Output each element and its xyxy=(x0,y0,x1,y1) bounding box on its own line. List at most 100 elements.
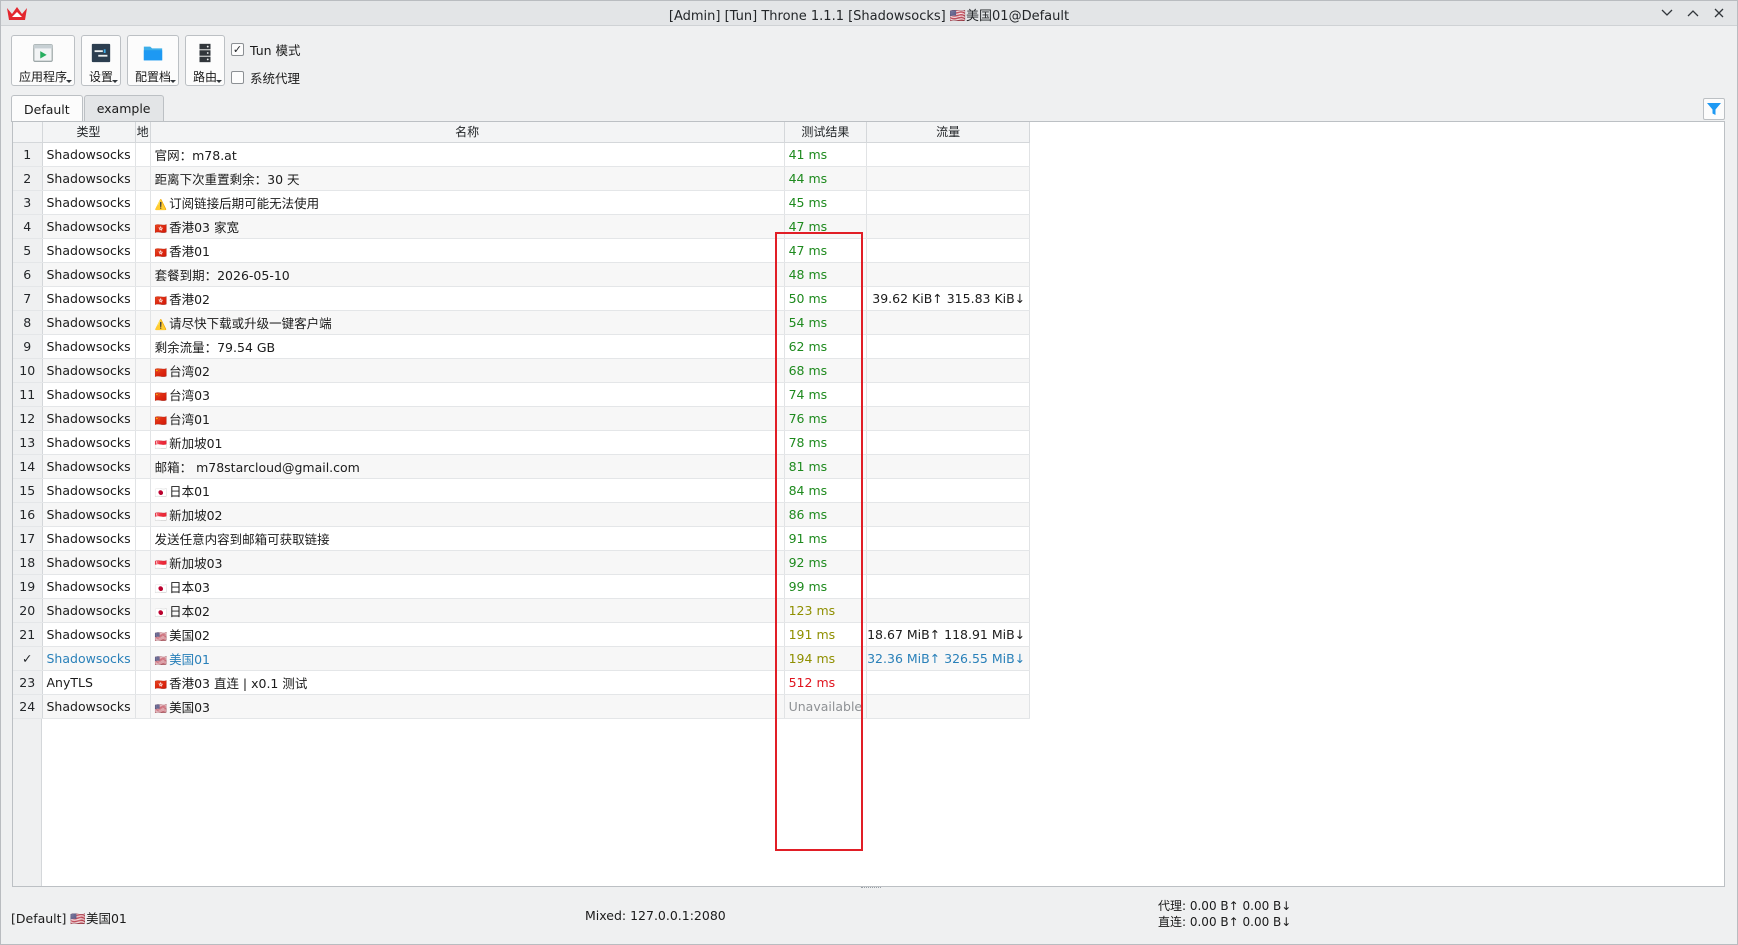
node-name: 邮箱： m78starcloud@gmail.com xyxy=(154,459,360,475)
header-traffic[interactable]: 流量 xyxy=(866,122,1031,143)
cell-latency: 78 ms xyxy=(784,430,868,455)
cell-traffic xyxy=(866,670,1031,695)
cell-latency: 47 ms xyxy=(784,238,868,263)
close-button[interactable] xyxy=(1709,3,1729,23)
routing-button[interactable]: 路由 xyxy=(185,35,225,86)
splitter-handle[interactable] xyxy=(861,887,881,890)
cell-type: Shadowsocks xyxy=(42,502,136,527)
header-type[interactable]: 类型 xyxy=(42,122,136,143)
cell-name: 🇺🇸 美国03 xyxy=(150,694,785,719)
cell-name: ⚠️ 订阅链接后期可能无法使用 xyxy=(150,190,785,215)
cell-latency: 47 ms xyxy=(784,214,868,239)
table-row[interactable]: 7 Shadowsocks 🇭🇰 香港02 50 ms 39.62 KiB↑ 315.83… xyxy=(13,286,1031,311)
row-number: 21 xyxy=(13,622,43,647)
row-number: 13 xyxy=(13,430,43,455)
flag-icon: 🇯🇵 xyxy=(154,607,168,619)
cell-type: Shadowsocks xyxy=(42,526,136,551)
header-region[interactable]: 地 xyxy=(135,122,151,143)
table-row[interactable]: 19 Shadowsocks 🇯🇵 日本03 99 ms xyxy=(13,574,1031,599)
row-number: 20 xyxy=(13,598,43,623)
cell-name: 🇯🇵 日本01 xyxy=(150,478,785,503)
node-name: 香港03 直连 | x0.1 测试 xyxy=(169,675,308,691)
cell-type: Shadowsocks xyxy=(42,622,136,647)
table-row[interactable]: 9 Shadowsocks 剩余流量：79.54 GB 62 ms xyxy=(13,334,1031,359)
filter-button[interactable] xyxy=(1703,98,1725,120)
cell-region xyxy=(135,622,151,647)
cell-type: Shadowsocks xyxy=(42,142,136,167)
routing-label: 路由 xyxy=(192,70,217,84)
tun-mode-checkbox-row[interactable]: ✓ Tun 模式 xyxy=(231,39,301,59)
table-row[interactable]: 16 Shadowsocks 🇸🇬 新加坡02 86 ms xyxy=(13,502,1031,527)
node-name: 香港01 xyxy=(169,243,210,259)
dropdown-arrow-icon xyxy=(170,80,176,83)
flag-icon: 🇸🇬 xyxy=(154,559,168,571)
cell-region xyxy=(135,334,151,359)
status-proxy-traffic: 代理: 0.00 B↑ 0.00 B↓ xyxy=(1158,899,1292,913)
tab-default[interactable]: Default xyxy=(11,95,83,122)
header-name[interactable]: 名称 xyxy=(150,122,785,143)
table-row[interactable]: 13 Shadowsocks 🇸🇬 新加坡01 78 ms xyxy=(13,430,1031,455)
node-name: 套餐到期：2026-05-10 xyxy=(154,267,290,283)
table-row[interactable]: 4 Shadowsocks 🇭🇰 香港03 家宽 47 ms xyxy=(13,214,1031,239)
tab-example[interactable]: example xyxy=(83,95,164,121)
system-proxy-checkbox-row[interactable]: 系统代理 xyxy=(231,67,301,87)
cell-latency: 512 ms xyxy=(784,670,868,695)
cell-latency: Unavailable xyxy=(784,694,868,719)
table-row[interactable]: 5 Shadowsocks 🇭🇰 香港01 47 ms xyxy=(13,238,1031,263)
table-row[interactable]: 3 Shadowsocks ⚠️ 订阅链接后期可能无法使用 45 ms xyxy=(13,190,1031,215)
table-row[interactable]: 12 Shadowsocks 🇨🇳 台湾01 76 ms xyxy=(13,406,1031,431)
cell-name: 🇸🇬 新加坡03 xyxy=(150,550,785,575)
status-direct-traffic: 直连: 0.00 B↑ 0.00 B↓ xyxy=(1158,915,1292,929)
system-proxy-checkbox[interactable] xyxy=(231,70,244,84)
status-bar: [Default] 🇺🇸美国01 Mixed: 127.0.0.1:2080 代… xyxy=(1,896,1737,941)
cell-region xyxy=(135,454,151,479)
settings-button[interactable]: 设置 xyxy=(81,35,121,86)
cell-type: Shadowsocks xyxy=(42,406,136,431)
table-row[interactable]: 10 Shadowsocks 🇨🇳 台湾02 68 ms xyxy=(13,358,1031,383)
table-row[interactable]: 11 Shadowsocks 🇨🇳 台湾03 74 ms xyxy=(13,382,1031,407)
table-row[interactable]: 20 Shadowsocks 🇯🇵 日本02 123 ms xyxy=(13,598,1031,623)
table-row[interactable]: 15 Shadowsocks 🇯🇵 日本01 84 ms xyxy=(13,478,1031,503)
table-row[interactable]: 17 Shadowsocks 发送任意内容到邮箱可获取链接 91 ms xyxy=(13,526,1031,551)
table-row[interactable]: 23 AnyTLS 🇭🇰 香港03 直连 | x0.1 测试 512 ms xyxy=(13,670,1031,695)
title-bar: [Admin] [Tun] Throne 1.1.1 [Shadowsocks]… xyxy=(1,1,1737,26)
cell-traffic xyxy=(866,166,1031,191)
cell-name: 🇸🇬 新加坡02 xyxy=(150,502,785,527)
table-row[interactable]: 21 Shadowsocks 🇺🇸 美国02 191 ms 18.67 MiB↑ 118.… xyxy=(13,622,1031,647)
row-number: 19 xyxy=(13,574,43,599)
maximize-button[interactable] xyxy=(1683,3,1703,23)
cell-traffic xyxy=(866,358,1031,383)
minimize-button[interactable] xyxy=(1657,3,1677,23)
cell-name: 🇨🇳 台湾02 xyxy=(150,358,785,383)
table-row[interactable]: 2 Shadowsocks 距离下次重置剩余：30 天 44 ms xyxy=(13,166,1031,191)
flag-icon: 🇯🇵 xyxy=(154,583,168,595)
table-row[interactable]: ✓ Shadowsocks 🇺🇸 美国01 194 ms 32.36 MiB↑ 326.5… xyxy=(13,646,1031,671)
table-row[interactable]: 24 Shadowsocks 🇺🇸 美国03 Unavailable xyxy=(13,694,1031,719)
cell-traffic: 32.36 MiB↑ 326.55 MiB↓ xyxy=(866,646,1031,671)
header-corner xyxy=(13,122,43,143)
cell-traffic xyxy=(866,430,1031,455)
table-row[interactable]: 1 Shadowsocks 官网：m78.at 41 ms xyxy=(13,142,1031,167)
header-test-result[interactable]: 测试结果 xyxy=(784,122,868,143)
dropdown-arrow-icon xyxy=(216,80,222,83)
cell-type: Shadowsocks xyxy=(42,478,136,503)
cell-type: Shadowsocks xyxy=(42,190,136,215)
tun-mode-checkbox[interactable]: ✓ xyxy=(231,42,244,56)
flag-icon: 🇨🇳 xyxy=(154,367,168,379)
node-name: 官网：m78.at xyxy=(154,147,237,163)
close-icon xyxy=(1714,8,1724,18)
group-tabs: Default example xyxy=(11,95,165,122)
flag-icon: 🇭🇰 xyxy=(154,679,168,691)
table-row[interactable]: 8 Shadowsocks ⚠️ 请尽快下载或升级一键客户端 54 ms xyxy=(13,310,1031,335)
table-row[interactable]: 14 Shadowsocks 邮箱： m78starcloud@gmail.com 8… xyxy=(13,454,1031,479)
profiles-button[interactable]: 配置档 xyxy=(127,35,179,86)
dropdown-arrow-icon xyxy=(112,80,118,83)
table-row[interactable]: 6 Shadowsocks 套餐到期：2026-05-10 48 ms xyxy=(13,262,1031,287)
table-row[interactable]: 18 Shadowsocks 🇸🇬 新加坡03 92 ms xyxy=(13,550,1031,575)
applications-button[interactable]: 应用程序 xyxy=(11,35,75,86)
cell-name: 🇨🇳 台湾01 xyxy=(150,406,785,431)
cell-traffic xyxy=(866,502,1031,527)
cell-name: 邮箱： m78starcloud@gmail.com xyxy=(150,454,785,479)
row-number: 2 xyxy=(13,166,43,191)
node-name: 新加坡01 xyxy=(169,435,223,451)
